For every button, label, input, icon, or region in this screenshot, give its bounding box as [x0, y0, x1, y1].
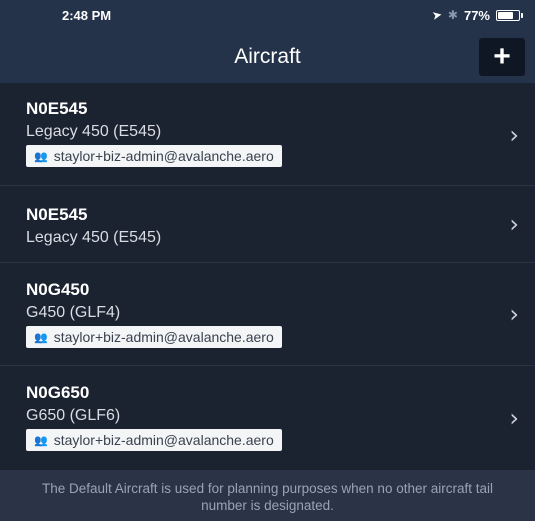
chevron-right-icon: ›	[509, 120, 519, 149]
chevron-right-icon: ›	[509, 210, 519, 238]
aircraft-model: Legacy 450 (E545)	[26, 229, 162, 246]
aircraft-model: Legacy 450 (E545)	[26, 123, 162, 140]
aircraft-tail-number: N0E545	[26, 99, 88, 118]
status-time: 2:48 PM	[62, 7, 112, 23]
owner-badge: 👥 staylor+biz-admin@avalanche.aero	[26, 145, 282, 167]
add-aircraft-button[interactable]: +	[479, 38, 525, 76]
battery-percent: 77%	[463, 7, 490, 23]
aircraft-list: N0E545 Legacy 450 (E545) 👥 staylor+biz-a…	[0, 84, 535, 470]
bluetooth-icon: ✱	[447, 8, 458, 22]
location-arrow-icon: ➤	[430, 7, 444, 23]
chevron-right-icon: ›	[509, 404, 519, 432]
aircraft-row[interactable]: N0E545 Legacy 450 (E545) ›	[0, 186, 535, 263]
battery-icon	[496, 9, 523, 21]
status-bar: 2:48 PM ➤ ✱ 77%	[0, 0, 535, 30]
aircraft-tail-number: N0E545	[26, 205, 88, 224]
aircraft-tail-number: N0G450	[26, 280, 90, 299]
nav-bar: Aircraft +	[0, 30, 535, 84]
users-icon: 👥	[34, 331, 48, 344]
page-title: Aircraft	[234, 44, 301, 68]
owner-email: staylor+biz-admin@avalanche.aero	[53, 329, 274, 345]
owner-email: staylor+biz-admin@avalanche.aero	[53, 432, 274, 448]
users-icon: 👥	[34, 150, 48, 163]
aircraft-row[interactable]: N0G450 G450 (GLF4) 👥 staylor+biz-admin@a…	[0, 263, 535, 366]
owner-badge: 👥 staylor+biz-admin@avalanche.aero	[26, 429, 282, 451]
aircraft-row[interactable]: N0G650 G650 (GLF6) 👥 staylor+biz-admin@a…	[0, 366, 535, 470]
owner-badge: 👥 staylor+biz-admin@avalanche.aero	[26, 326, 282, 348]
aircraft-model: G650 (GLF6)	[26, 407, 121, 424]
footer-note: The Default Aircraft is used for plannin…	[0, 470, 535, 521]
status-indicators: ➤ ✱ 77%	[430, 7, 523, 23]
users-icon: 👥	[34, 434, 48, 447]
aircraft-model: G450 (GLF4)	[26, 304, 121, 321]
aircraft-tail-number: N0G650	[26, 383, 90, 402]
chevron-right-icon: ›	[509, 300, 519, 328]
aircraft-row[interactable]: N0E545 Legacy 450 (E545) 👥 staylor+biz-a…	[0, 84, 535, 186]
owner-email: staylor+biz-admin@avalanche.aero	[53, 148, 274, 164]
